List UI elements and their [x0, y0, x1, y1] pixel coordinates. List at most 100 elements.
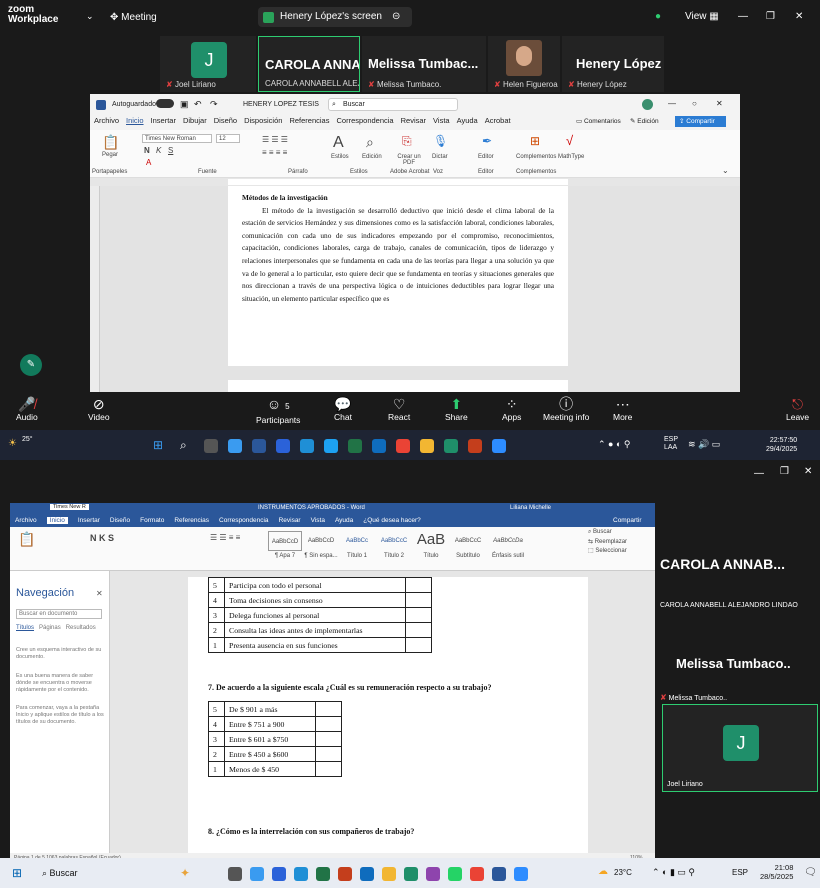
mathtype-icon[interactable]: √ — [566, 133, 573, 148]
word-icon[interactable] — [492, 867, 506, 881]
document-page[interactable]: Métodos de la investigación El método de… — [228, 186, 568, 366]
powerpoint-icon[interactable] — [338, 867, 352, 881]
word-icon[interactable] — [252, 439, 266, 453]
minimize-icon[interactable]: — — [738, 11, 748, 22]
participant-tile-melissa[interactable]: Melissa Tumbac... ✘ Melissa Tumbaco. — [362, 36, 486, 92]
participant-tile-carola[interactable]: CAROLA ANNA... CAROLA ANNABELL ALEJ... — [258, 36, 360, 92]
folder-icon[interactable] — [382, 867, 396, 881]
tray-icons[interactable]: ⌃ ◐ ▮ ▭ ⚲ — [652, 867, 695, 878]
options-icon[interactable]: ⊝ — [392, 7, 400, 27]
share-button[interactable]: Compartir — [613, 515, 642, 527]
tab-vista[interactable]: Vista — [311, 517, 325, 524]
notifications-icon[interactable]: 🗨 — [804, 867, 817, 878]
style-titulo[interactable]: AaB — [414, 529, 448, 551]
annotate-icon[interactable]: ✎ — [20, 354, 42, 376]
search-box[interactable]: ⌕ Buscar — [328, 98, 458, 111]
language[interactable]: ESP LAA — [664, 436, 678, 452]
tab-ayuda[interactable]: Ayuda — [457, 116, 478, 125]
app-icon[interactable] — [360, 867, 374, 881]
search-icon[interactable]: ⌕ — [180, 438, 187, 453]
addins-icon[interactable]: ⊞ — [530, 134, 540, 148]
wifi-volume-battery-icons[interactable]: ≋ 🔊 ▭ — [688, 439, 720, 450]
tab-acrobat[interactable]: Acrobat — [485, 116, 511, 125]
clock[interactable]: 22:57:50 29/4/2025 — [766, 436, 797, 454]
participant-tile-joel[interactable]: J Joel Liriano — [662, 704, 818, 792]
zoom-icon[interactable] — [514, 867, 528, 881]
participants-button[interactable]: ☺ 5 Participants — [256, 396, 300, 425]
bullets-icon[interactable]: ☰ ☰ ☰ — [262, 135, 288, 144]
minimize-icon[interactable]: — — [754, 468, 764, 479]
clock[interactable]: 21:08 28/5/2025 — [760, 863, 793, 881]
tab-inicio[interactable]: Inicio — [126, 116, 144, 125]
tab-correspondencia[interactable]: Correspondencia — [336, 116, 393, 125]
paragraph-icons[interactable]: ☰ ☰ ≡ ≡ — [210, 533, 240, 542]
tab-ayuda[interactable]: Ayuda — [335, 517, 353, 524]
close-icon[interactable]: ✕ — [716, 99, 723, 108]
screen-share-title[interactable]: Henery López's screen ⊝ — [258, 7, 412, 27]
find-button[interactable]: ⌕ Buscar — [588, 529, 612, 536]
align-icon[interactable]: ≡ ≡ ≡ ≡ — [262, 148, 287, 157]
tab-diseno[interactable]: Diseño — [110, 517, 130, 524]
redo-icon[interactable]: ↷ — [210, 99, 218, 110]
chevron-down-icon[interactable]: ⌄ — [86, 11, 94, 22]
app-icon[interactable] — [272, 867, 286, 881]
close-icon[interactable]: ✕ — [96, 589, 103, 598]
select-button[interactable]: ⬚ Seleccionar — [588, 547, 627, 554]
underline-icon[interactable]: S — [168, 146, 173, 155]
tab-referencias[interactable]: Referencias — [174, 517, 209, 524]
app-icon[interactable] — [444, 439, 458, 453]
react-button[interactable]: ♡ React — [388, 396, 410, 422]
style-apa7[interactable]: AaBbCcD — [268, 531, 302, 551]
participant-tile-joel[interactable]: J ✘ Joel Liriano — [160, 36, 256, 92]
tab-archivo[interactable]: Archivo — [15, 517, 37, 524]
start-icon[interactable]: ⊞ — [12, 866, 22, 880]
more-button[interactable]: ⋯ More — [613, 396, 632, 422]
autosave-toggle[interactable] — [156, 99, 174, 108]
app-icon[interactable] — [324, 439, 338, 453]
paste-icon[interactable]: 📋 — [18, 531, 35, 548]
font-color-icon[interactable]: A — [146, 158, 151, 167]
maximize-icon[interactable]: ❐ — [780, 466, 789, 477]
apps-button[interactable]: ⁘ Apps — [502, 396, 521, 422]
replace-button[interactable]: ⇆ Reemplazar — [588, 538, 627, 545]
edge-icon[interactable] — [250, 867, 264, 881]
create-pdf-icon[interactable]: ⎘ — [402, 134, 412, 149]
meeting-menu[interactable]: ✥ Meeting — [110, 12, 157, 23]
share-button[interactable]: ⇪ Compartir — [675, 116, 726, 127]
taskbar-search[interactable]: ⌕ Buscar — [38, 865, 148, 881]
chat-button[interactable]: 💬 Chat — [334, 396, 352, 422]
comments-button[interactable]: ▭ Comentarios — [576, 117, 628, 125]
tab-correspondencia[interactable]: Correspondencia — [219, 517, 269, 524]
style-enfasis-sutil[interactable]: AaBbCcDa — [488, 531, 528, 551]
tab-revisar[interactable]: Revisar — [279, 517, 301, 524]
share-screen-button[interactable]: ⬆ Share — [445, 396, 468, 422]
tab-diseno[interactable]: Diseño — [214, 116, 237, 125]
tab-disposicion[interactable]: Disposición — [244, 116, 282, 125]
style-titulo1[interactable]: AaBbCc — [340, 531, 374, 551]
minimize-icon[interactable]: — — [668, 99, 676, 108]
style-sin-espaciado[interactable]: AaBbCcD — [304, 531, 338, 551]
tab-revisar[interactable]: Revisar — [401, 116, 426, 125]
app-icon[interactable] — [404, 867, 418, 881]
folder-icon[interactable] — [420, 439, 434, 453]
participant-tile-helen[interactable]: ✘ Helen Figueroa — [488, 36, 560, 92]
nav-tab-paginas[interactable]: Páginas — [39, 625, 61, 631]
whatsapp-icon[interactable] — [448, 867, 462, 881]
audio-button[interactable]: 🎤̸ Audio — [16, 396, 38, 422]
tab-dibujar[interactable]: Dibujar — [183, 116, 207, 125]
tray-icons[interactable]: ⌃ ● ◐ ⚲ — [598, 439, 631, 450]
chevron-down-icon[interactable]: ⌄ — [722, 166, 729, 175]
font-size-select[interactable]: 12 — [216, 134, 240, 143]
view-button[interactable]: View ▦ — [685, 11, 719, 22]
tab-insertar[interactable]: Insertar — [78, 517, 100, 524]
edit-mode-button[interactable]: ✎ Edición — [630, 117, 666, 125]
tab-referencias[interactable]: Referencias — [289, 116, 329, 125]
editor-icon[interactable]: ✒ — [482, 134, 492, 148]
app-icon[interactable] — [300, 439, 314, 453]
taskview-icon[interactable] — [204, 439, 218, 453]
font-quick-select[interactable]: Times New R — [50, 504, 89, 510]
edge-icon[interactable] — [228, 439, 242, 453]
leave-button[interactable]: ⎋ Leave — [786, 396, 809, 422]
video-button[interactable]: ⊘ Video — [88, 396, 110, 422]
taskview-icon[interactable] — [228, 867, 242, 881]
